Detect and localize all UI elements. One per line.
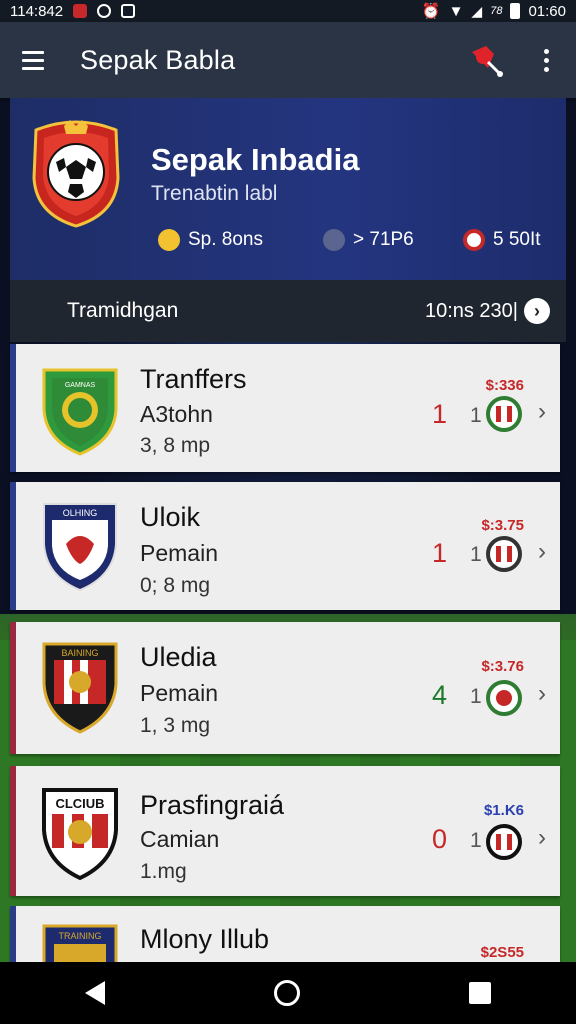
item-role: A3tohn xyxy=(140,401,213,427)
item-price: $:3.75 xyxy=(481,517,524,534)
item-price: $2S55 xyxy=(480,944,524,961)
item-role: Camian xyxy=(140,826,220,852)
back-icon[interactable] xyxy=(84,981,105,1005)
item-score: 4 xyxy=(432,680,448,710)
team-crest-icon: BAINING xyxy=(40,638,120,734)
item-score: 1 xyxy=(432,538,448,568)
hero-stat-3-text: 5 50It xyxy=(493,229,541,250)
recent-apps-icon[interactable] xyxy=(469,982,492,1004)
item-name: Prasfingraiá xyxy=(140,790,285,820)
club-header: Sepak Inbadia Trenabtin labl Sp. 8ons > … xyxy=(10,98,566,280)
team-crest-icon: CLCIUB xyxy=(40,784,120,881)
list-item[interactable]: OLHING Uloik Pemain 0; 8 mg $:3.75 1 1 › xyxy=(10,482,560,610)
system-nav-bar xyxy=(0,962,576,1024)
status-time-left: 114:842 xyxy=(10,2,64,20)
crest-lettering: BAINING xyxy=(61,648,98,658)
more-options-icon[interactable] xyxy=(526,40,566,80)
item-price: $:3.76 xyxy=(481,658,524,675)
opponent-badge-icon xyxy=(486,824,522,860)
app-notification-icon xyxy=(121,4,136,18)
signal-icon: ◢ xyxy=(471,2,483,19)
ball-icon xyxy=(463,229,485,251)
crest-lettering: CLCIUB xyxy=(55,796,104,811)
team-crest-icon: OLHING xyxy=(40,498,120,594)
notification-bell-icon[interactable] xyxy=(466,40,506,80)
crest-lettering: OLHING xyxy=(63,508,98,518)
item-meta: 0; 8 mg xyxy=(140,574,211,597)
list-item[interactable]: CLCIUB Prasfingraiá Camian 1.mg $1.K6 0 … xyxy=(10,766,560,896)
opponent-badge-icon xyxy=(486,396,522,432)
hamburger-menu-icon[interactable] xyxy=(22,50,44,70)
item-score: 0 xyxy=(432,824,448,854)
list-item[interactable]: GAMNAS Tranffers A3tohn 3, 8 mp $:336 1 … xyxy=(10,344,560,472)
team-crest-icon: GAMNAS xyxy=(40,360,120,456)
chevron-right-icon[interactable]: › xyxy=(538,680,546,708)
app-title: Sepak Babla xyxy=(80,44,236,75)
item-role: Pemain xyxy=(140,680,218,706)
battery-level: 78 xyxy=(490,5,503,17)
status-bar: 114:842 ⏰ ▼ ◢ 78 01:60 xyxy=(0,0,576,22)
hero-stat-2: > 71P6 xyxy=(323,229,414,251)
item-price: $:336 xyxy=(485,377,524,394)
club-subtitle: Trenabtin labl xyxy=(151,182,278,205)
sync-icon xyxy=(97,4,112,18)
crest-lettering: TRAINING xyxy=(58,931,101,941)
hero-stat-1: Sp. 8ons xyxy=(158,229,263,251)
club-title: Sepak Inbadia xyxy=(151,142,360,177)
battery-icon xyxy=(510,3,521,19)
item-score: 1 xyxy=(432,399,448,429)
item-name: Mlony Illub xyxy=(140,924,270,954)
alarm-icon: ⏰ xyxy=(421,3,441,20)
notification-icon xyxy=(73,4,88,18)
item-count: 1 xyxy=(470,829,482,852)
hero-stat-2-text: > 71P6 xyxy=(353,229,414,250)
app-bar: Sepak Babla xyxy=(0,22,576,98)
hero-stat-1-text: Sp. 8ons xyxy=(188,229,263,250)
section-header[interactable]: Tramidhgan 10:ns 230| › xyxy=(10,280,566,342)
section-title: Tramidhgan xyxy=(67,299,179,322)
item-meta: 1.mg xyxy=(140,860,187,883)
club-crest-icon xyxy=(26,116,126,228)
crest-lettering: GAMNAS xyxy=(65,382,96,389)
chevron-right-icon[interactable]: › xyxy=(538,538,546,566)
chevron-right-icon[interactable]: › xyxy=(538,824,546,852)
home-icon[interactable] xyxy=(273,980,300,1006)
hero-stat-3: 5 50It xyxy=(463,229,541,251)
team-crest-icon: TRAINING xyxy=(40,920,120,962)
item-role: Pemain xyxy=(140,540,218,566)
wifi-icon: ▼ xyxy=(448,2,464,20)
item-count: 1 xyxy=(470,404,482,427)
opponent-badge-icon xyxy=(486,680,522,716)
item-name: Uledia xyxy=(140,642,217,672)
item-name: Tranffers xyxy=(140,364,247,394)
status-time-right: 01:60 xyxy=(528,2,566,20)
item-name: Uloik xyxy=(140,502,201,532)
transfer-icon xyxy=(323,229,345,251)
list-item[interactable]: BAINING Uledia Pemain 1, 3 mg $:3.76 4 1… xyxy=(10,622,560,754)
arrow-right-icon[interactable]: › xyxy=(524,298,550,324)
item-meta: 1, 3 mg xyxy=(140,714,211,737)
opponent-badge-icon xyxy=(486,536,522,572)
item-meta: 3, 8 mp xyxy=(140,434,211,457)
item-count: 1 xyxy=(470,543,482,566)
list-item[interactable]: TRAINING Mlony Illub $2S55 xyxy=(10,906,560,962)
chevron-right-icon[interactable]: › xyxy=(538,398,546,426)
item-count: 1 xyxy=(470,685,482,708)
item-price: $1.K6 xyxy=(483,802,524,819)
section-count: 10:ns 230| xyxy=(424,299,518,322)
coin-icon xyxy=(158,229,180,251)
